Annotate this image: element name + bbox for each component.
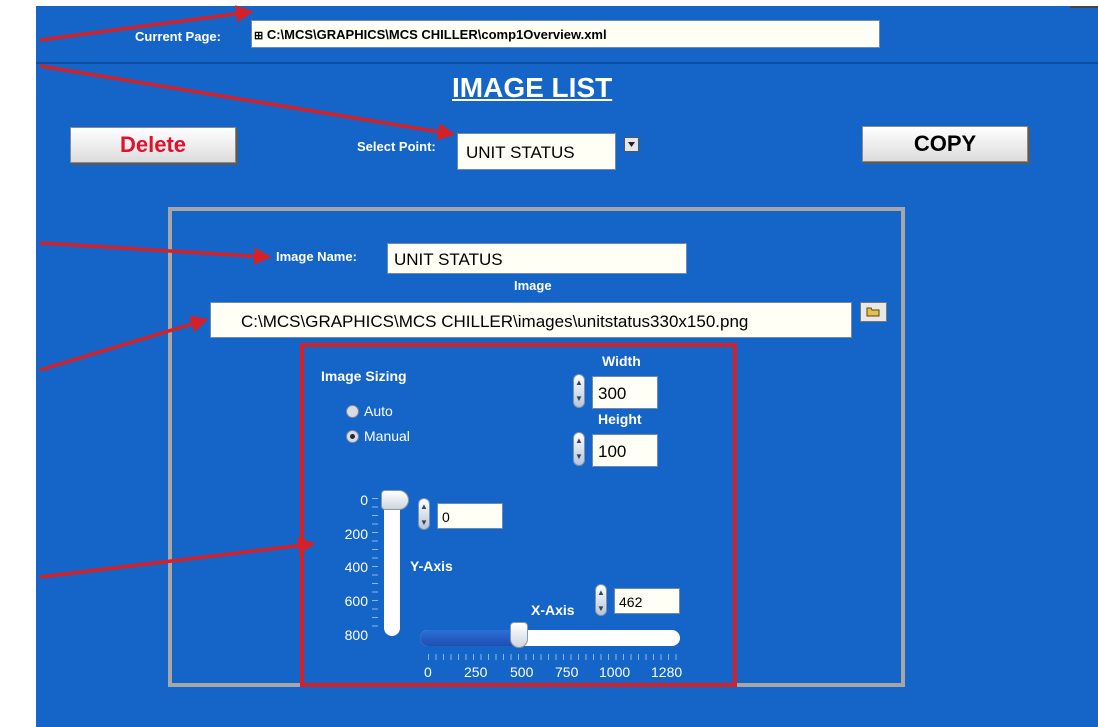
- arrow-select-point: [39, 64, 456, 141]
- arrow-current-page: [39, 5, 254, 42]
- arrow-image-path: [39, 315, 209, 372]
- arrow-sizing: [39, 536, 316, 579]
- annotation-arrows: [39, 5, 456, 579]
- arrow-image-name: [39, 241, 272, 265]
